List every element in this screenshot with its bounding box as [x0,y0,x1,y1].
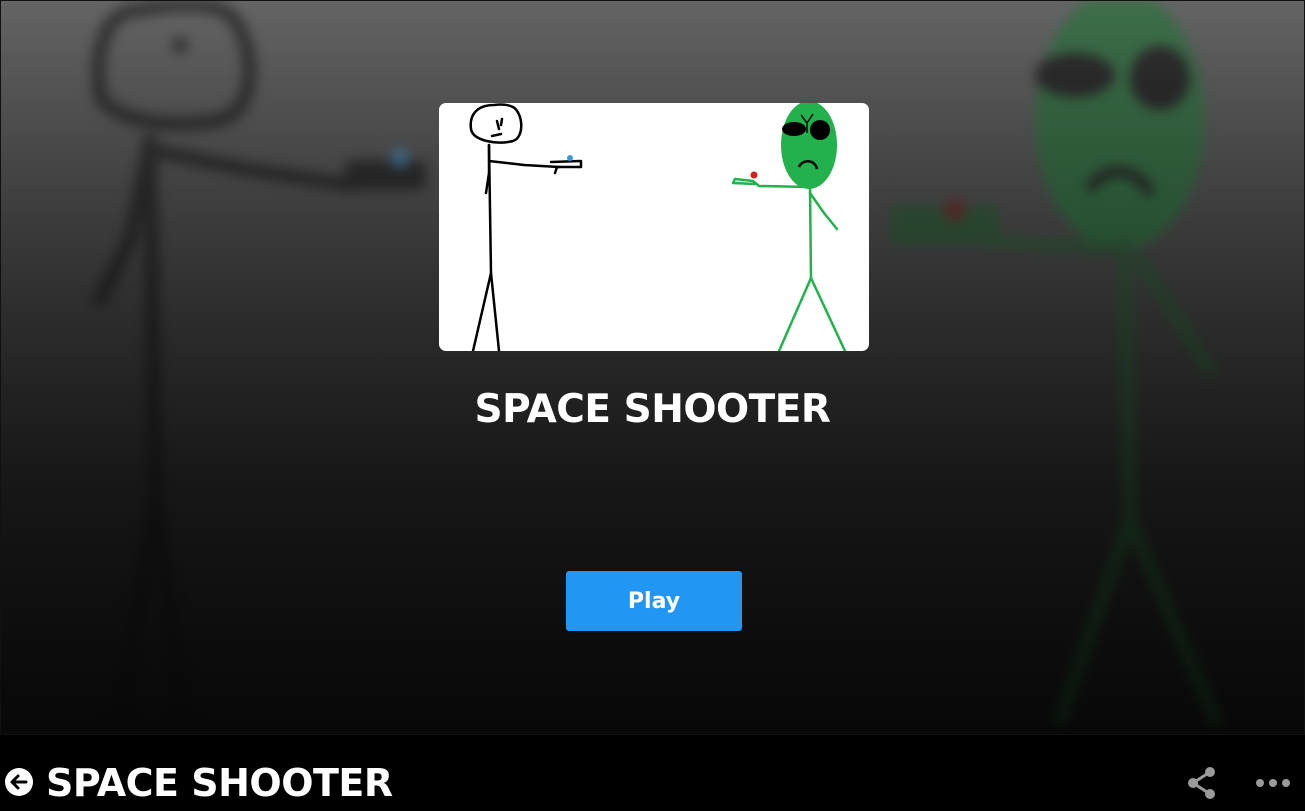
game-splash-area: SPACE SHOOTER Play [0,0,1305,735]
more-horizontal-icon [1256,779,1290,787]
share-button[interactable] [1184,765,1220,801]
arrow-left-circle-icon [5,768,33,796]
thumbnail-drawing [469,103,847,351]
back-button[interactable] [4,767,34,797]
more-options-button[interactable] [1254,768,1294,798]
bottom-bar-title: SPACE SHOOTER [46,761,393,805]
game-title: SPACE SHOOTER [474,387,831,432]
game-thumbnail [439,103,869,351]
share-icon [1188,767,1215,799]
play-button[interactable]: Play [566,571,742,631]
